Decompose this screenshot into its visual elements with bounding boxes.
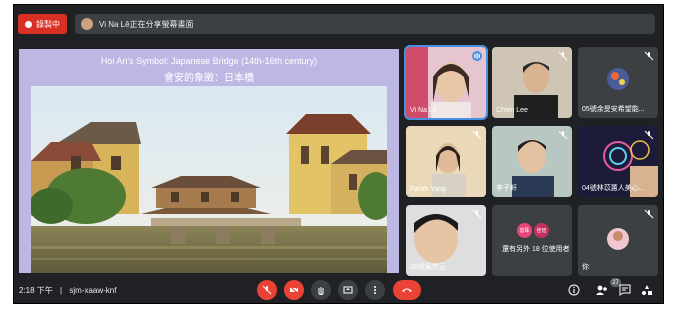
participant-name: 你 xyxy=(582,264,589,271)
meeting-code: sjm-xaaw-knf xyxy=(69,286,117,295)
mic-off-icon xyxy=(472,130,482,140)
participant-name: Farah Yang xyxy=(410,186,446,193)
top-bar: 錄製中 Vi Na Lê正在分享螢幕畫面 xyxy=(18,11,655,37)
chat-button[interactable] xyxy=(618,283,632,297)
mic-off-icon xyxy=(644,209,654,219)
others-tile[interactable]: 善珠 佳瑄 還有另外 18 位使用者 xyxy=(492,205,572,276)
mic-off-icon xyxy=(262,285,272,295)
presenting-banner: Vi Na Lê正在分享螢幕畫面 xyxy=(75,14,655,34)
participant-name: 05號余旻安希望能... xyxy=(582,106,645,113)
camera-off-icon xyxy=(289,285,299,295)
self-tile[interactable]: 你 xyxy=(578,205,658,276)
bottom-bar: 2:18 下午 | sjm-xaaw-knf 27 xyxy=(14,277,663,303)
present-icon xyxy=(343,286,353,294)
info-icon xyxy=(568,284,580,296)
participant-name: Vi Na Lê xyxy=(410,107,437,114)
participant-name: 06號吳宗元 xyxy=(410,264,446,271)
more-icon xyxy=(374,286,376,294)
slide-title-english: Hoi An's Symbol: Japanese Bridge (14th-1… xyxy=(100,56,318,66)
activities-icon xyxy=(642,285,652,295)
mic-off-icon xyxy=(472,209,482,219)
chat-icon xyxy=(619,284,631,296)
participant-name: Chien Lee xyxy=(496,107,528,114)
others-avatar: 佳瑄 xyxy=(534,223,549,238)
people-button[interactable] xyxy=(594,283,608,297)
participant-tile[interactable]: 04號林苡蕙人美心... xyxy=(578,126,658,197)
mic-off-icon xyxy=(558,130,568,140)
participant-tile[interactable]: Farah Yang xyxy=(406,126,486,197)
meeting-info: 2:18 下午 | sjm-xaaw-knf xyxy=(19,285,116,296)
current-time: 2:18 下午 xyxy=(19,286,53,295)
recording-label: 錄製中 xyxy=(36,19,60,29)
participant-name: 04號林苡蕙人美心... xyxy=(582,185,645,192)
slide-title-chinese: 會安的象徵：日本橋 xyxy=(164,73,254,84)
separator: | xyxy=(60,286,63,295)
presenter-avatar xyxy=(81,18,93,30)
record-dot-icon xyxy=(25,20,32,28)
mic-toggle-button[interactable] xyxy=(257,280,277,300)
others-avatars: 善珠 佳瑄 xyxy=(517,223,549,238)
more-options-button[interactable] xyxy=(365,280,385,300)
participant-grid: Vi Na Lê Chien Lee 05號余旻安希望能... Farah Ya… xyxy=(404,45,658,276)
meet-window: 錄製中 Vi Na Lê正在分享螢幕畫面 Hoi An's Symbol: Ja… xyxy=(13,4,664,304)
camera-toggle-button[interactable] xyxy=(284,280,304,300)
mic-off-icon xyxy=(644,51,654,61)
participant-tile[interactable]: Vi Na Lê xyxy=(404,45,488,120)
hand-icon xyxy=(318,287,324,295)
raise-hand-button[interactable] xyxy=(311,280,331,300)
presenting-text: Vi Na Lê正在分享螢幕畫面 xyxy=(99,19,194,29)
meeting-details-button[interactable] xyxy=(567,283,581,297)
participant-name: 李子軒 xyxy=(496,185,517,192)
recording-badge[interactable]: 錄製中 xyxy=(18,14,67,34)
people-icon xyxy=(595,285,607,295)
leave-call-button[interactable] xyxy=(393,280,421,300)
japanese-bridge-photo xyxy=(31,86,387,273)
participant-tile[interactable]: Chien Lee xyxy=(492,47,572,118)
participant-tile[interactable]: 05號余旻安希望能... xyxy=(578,47,658,118)
mic-off-icon xyxy=(644,130,654,140)
others-avatar: 善珠 xyxy=(517,223,532,238)
hangup-icon xyxy=(402,288,412,292)
activities-button[interactable] xyxy=(640,283,654,297)
shared-screen[interactable]: Hoi An's Symbol: Japanese Bridge (14th-1… xyxy=(19,49,399,273)
speaking-indicator-icon xyxy=(472,51,482,61)
participant-tile[interactable]: 06號吳宗元 xyxy=(406,205,486,276)
mic-off-icon xyxy=(558,51,568,61)
others-count-label: 還有另外 18 位使用者 xyxy=(502,246,570,253)
participant-tile[interactable]: 李子軒 xyxy=(492,126,572,197)
present-button[interactable] xyxy=(338,280,358,300)
